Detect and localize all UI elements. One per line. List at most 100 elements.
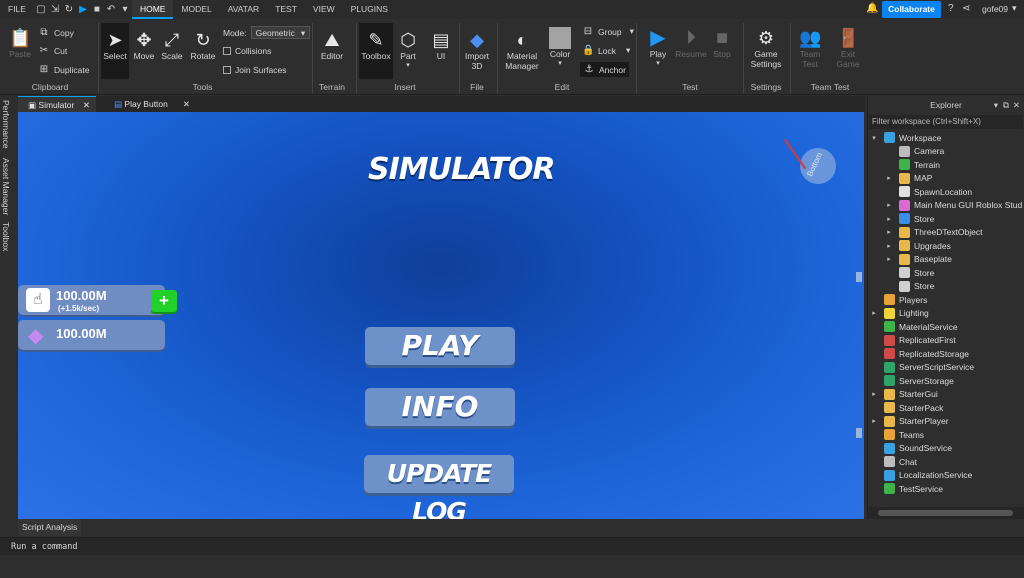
explorer-item[interactable]: SoundService: [868, 442, 952, 456]
tab-model[interactable]: MODEL: [173, 0, 219, 19]
group-button[interactable]: ⊟ Group ▾: [582, 26, 634, 37]
open-file-icon[interactable]: ⇲: [48, 0, 62, 19]
material-manager-button[interactable]: ◐ Material Manager: [502, 29, 542, 71]
file-menu[interactable]: FILE: [0, 0, 34, 19]
join-surfaces-checkbox[interactable]: [223, 66, 231, 74]
explorer-item[interactable]: ServerStorage: [868, 374, 954, 388]
bell-icon[interactable]: 🔔: [866, 3, 878, 14]
tab-plugins[interactable]: PLUGINS: [343, 0, 396, 19]
mode-select[interactable]: Geometric ▾: [250, 26, 311, 39]
toolbox-button[interactable]: ✎ Toolbox: [359, 23, 393, 79]
new-file-icon[interactable]: ▢: [34, 0, 48, 19]
collisions-toggle[interactable]: Collisions: [223, 46, 271, 56]
join-surfaces-toggle[interactable]: Join Surfaces: [223, 65, 287, 75]
explorer-item[interactable]: Chat: [868, 455, 917, 469]
rotate-button[interactable]: ↻ Rotate: [187, 29, 219, 61]
explorer-item[interactable]: Teams: [868, 428, 924, 442]
expand-arrow-icon[interactable]: ▸: [885, 255, 893, 263]
explorer-item[interactable]: Terrain: [868, 158, 940, 172]
tab-avatar[interactable]: AVATAR: [220, 0, 268, 19]
tab-test[interactable]: TEST: [267, 0, 305, 19]
close-icon[interactable]: ✕: [83, 97, 90, 113]
part-button[interactable]: ⬡ Part ▾: [396, 29, 420, 69]
explorer-item[interactable]: ▸ Store: [868, 212, 934, 226]
expand-arrow-icon[interactable]: ▾: [870, 134, 878, 142]
play-game-button[interactable]: PLAY: [365, 327, 515, 365]
explorer-item[interactable]: ▾ Workspace: [868, 131, 941, 145]
tab-view[interactable]: VIEW: [305, 0, 343, 19]
resume-button[interactable]: ⏵ Resume: [674, 27, 708, 59]
explorer-item[interactable]: LocalizationService: [868, 469, 972, 483]
cut-button[interactable]: ✂ Cut: [38, 45, 67, 56]
command-input[interactable]: Run a command: [11, 542, 78, 552]
explorer-filter-input[interactable]: Filter workspace (Ctrl+Shift+X): [869, 115, 1023, 129]
info-button[interactable]: INFO: [365, 388, 515, 426]
copy-button[interactable]: ⧉ Copy: [38, 27, 73, 38]
ui-button[interactable]: ▤ UI: [428, 29, 454, 61]
game-settings-button[interactable]: ⚙ Game Settings: [747, 27, 785, 69]
command-bar[interactable]: Run a command: [0, 537, 1024, 555]
expand-arrow-icon[interactable]: ▸: [870, 309, 878, 317]
chevron-down-icon[interactable]: ▾: [994, 96, 998, 114]
username[interactable]: gofe09: [982, 4, 1008, 14]
chevron-down-icon[interactable]: ▾: [1012, 3, 1017, 14]
explorer-item[interactable]: ServerScriptService: [868, 361, 974, 375]
explorer-item[interactable]: Players: [868, 293, 927, 307]
color-button[interactable]: Color ▾: [546, 27, 574, 67]
expand-arrow-icon[interactable]: ▸: [885, 201, 893, 209]
duplicate-button[interactable]: ⊞ Duplicate: [38, 64, 90, 75]
explorer-item[interactable]: SpawnLocation: [868, 185, 972, 199]
explorer-item[interactable]: Camera: [868, 145, 944, 159]
scrollbar-thumb[interactable]: [878, 510, 1013, 516]
undo-icon[interactable]: ↶: [104, 0, 118, 19]
add-clicks-button[interactable]: +: [151, 290, 177, 312]
refresh-icon[interactable]: ↻: [62, 0, 76, 19]
terrain-editor-button[interactable]: ⛰ Editor: [316, 29, 348, 61]
expand-arrow-icon[interactable]: ▸: [885, 242, 893, 250]
rail-toolbox[interactable]: Toolbox: [1, 222, 11, 251]
share-icon[interactable]: ⋖: [962, 3, 970, 14]
explorer-item[interactable]: Store: [868, 280, 934, 294]
tab-simulator[interactable]: ▣ Simulator ✕: [18, 96, 96, 112]
expand-arrow-icon[interactable]: ▸: [885, 174, 893, 182]
explorer-item[interactable]: ▸ Upgrades: [868, 239, 951, 253]
explorer-item[interactable]: ▸ StarterPlayer: [868, 415, 949, 429]
tab-play-button[interactable]: ▤ Play Button ✕: [104, 96, 196, 112]
stop-icon[interactable]: ■: [90, 0, 104, 19]
rail-performance[interactable]: Performance: [1, 100, 11, 149]
scale-button[interactable]: ⤢ Scale: [159, 29, 185, 61]
lock-button[interactable]: 🔒 Lock ▾: [582, 45, 630, 56]
explorer-item[interactable]: MaterialService: [868, 320, 958, 334]
update-log-button[interactable]: UPDATE LOG: [364, 455, 514, 519]
customize-icon[interactable]: ▾: [118, 0, 132, 19]
explorer-item[interactable]: ▸ Main Menu GUI Roblox Stud: [868, 199, 1022, 213]
explorer-item[interactable]: ▸ StarterGui: [868, 388, 938, 402]
rail-asset-manager[interactable]: Asset Manager: [1, 158, 11, 215]
explorer-item[interactable]: ▸ MAP: [868, 172, 932, 186]
stop-button[interactable]: ■ Stop: [709, 27, 735, 59]
game-viewport[interactable]: SIMULATOR Bottom ☝ 100.00M (+1.5k/sec) +…: [18, 112, 864, 519]
tab-script-analysis[interactable]: Script Analysis: [18, 519, 82, 536]
explorer-item[interactable]: ▸ ThreeDTextObject: [868, 226, 983, 240]
paste-button[interactable]: 📋 Paste: [6, 27, 34, 59]
expand-arrow-icon[interactable]: ▸: [870, 390, 878, 398]
close-icon[interactable]: ✕: [1013, 96, 1020, 114]
exit-game-button[interactable]: 🚪 Exit Game: [834, 27, 862, 69]
explorer-item[interactable]: TestService: [868, 482, 943, 496]
expand-arrow-icon[interactable]: ▸: [885, 228, 893, 236]
explorer-item[interactable]: ReplicatedFirst: [868, 334, 956, 348]
tab-home[interactable]: HOME: [131, 0, 174, 19]
explorer-item[interactable]: ▸ Lighting: [868, 307, 929, 321]
import-3d-button[interactable]: ◆ Import 3D: [461, 29, 493, 71]
explorer-item[interactable]: ▸ Baseplate: [868, 253, 952, 267]
move-button[interactable]: ✥ Move: [131, 29, 157, 61]
help-icon[interactable]: ?: [948, 3, 954, 14]
explorer-item[interactable]: ReplicatedStorage: [868, 347, 969, 361]
expand-arrow-icon[interactable]: ▸: [885, 215, 893, 223]
explorer-item[interactable]: StarterPack: [868, 401, 943, 415]
horizontal-scrollbar[interactable]: [868, 507, 1024, 519]
explorer-item[interactable]: Store: [868, 266, 934, 280]
collaborate-button[interactable]: Collaborate: [882, 1, 941, 18]
expand-arrow-icon[interactable]: ▸: [870, 417, 878, 425]
select-button[interactable]: ➤ Select: [101, 23, 129, 79]
